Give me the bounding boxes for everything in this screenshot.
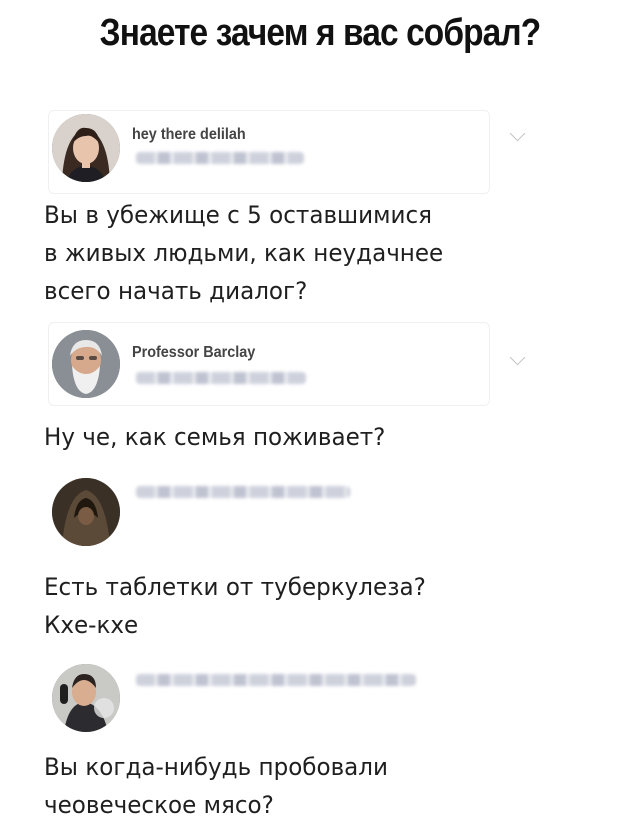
post-text: Есть таблетки от туберкулеза? Кхе-кхе — [44, 573, 426, 639]
chevron-down-icon[interactable] — [509, 125, 526, 142]
post-text: Вы когда-нибудь пробовали чеовеческое мя… — [44, 753, 389, 819]
hooded-figure-avatar[interactable] — [52, 478, 120, 546]
blurred-handle — [136, 674, 416, 686]
post-text: Ну че, как семья поживает? — [44, 423, 386, 451]
woman-portrait-avatar[interactable] — [52, 114, 120, 182]
blurred-handle — [136, 372, 306, 384]
man-smoking-avatar[interactable] — [52, 664, 120, 732]
blurred-handle — [136, 152, 304, 164]
post-username[interactable]: hey there delilah — [132, 126, 246, 144]
post-text: Вы в убежище с 5 оставшимися в живых люд… — [44, 201, 444, 305]
meme-title: Знаете зачем я вас собрал? — [99, 12, 541, 54]
post-username[interactable]: Professor Barclay — [132, 344, 255, 362]
chevron-down-icon[interactable] — [509, 349, 526, 366]
bearded-old-man-avatar[interactable] — [52, 330, 120, 398]
blurred-handle — [136, 486, 350, 498]
